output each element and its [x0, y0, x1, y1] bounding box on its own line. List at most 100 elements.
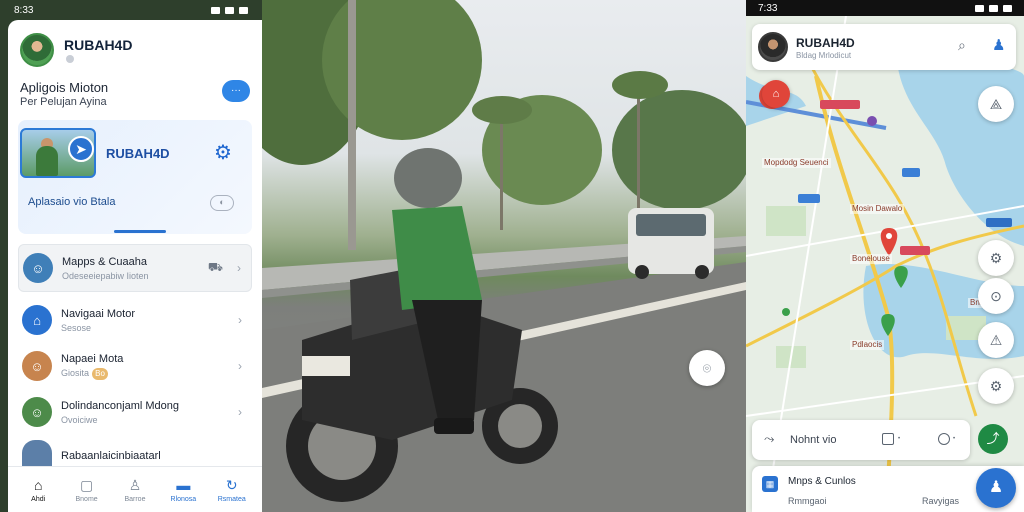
chevron-right-icon: › [238, 405, 242, 419]
status-bar: 8:33 [0, 0, 262, 20]
poi-marker-icon[interactable]: ⌂ [762, 80, 790, 108]
map-tag [902, 168, 920, 177]
signal-icon [975, 4, 984, 12]
motorcycle-photo [262, 0, 746, 512]
map-header: RUBAH4D Bldag Mrlodicut ⌕ ♟ [752, 24, 1016, 70]
list-item-title: Napaei Mota [61, 352, 124, 365]
rider-icon: ☺ [22, 351, 52, 381]
map-label: Mosin Dawalo [850, 204, 905, 214]
list-item-subtitle: Ovoiciwe [61, 414, 98, 425]
profile-name: RUBAH4D [64, 36, 133, 53]
profile-subtitle: Bldag Mrlodicut [796, 51, 852, 60]
sheet-right-label: Ravyigas [922, 496, 960, 506]
map-controls: ⚙ ⊙ ⚠ ⚙ [978, 240, 1016, 444]
photo-illustration [262, 0, 746, 512]
route-label: Nohnt vio [790, 434, 837, 446]
list-item[interactable]: ⌂ Navigaai Motor Sesose › [18, 296, 252, 344]
nav-label: Ahdi [31, 495, 46, 503]
list-item-title: Navigaai Motor [61, 307, 135, 320]
avatar[interactable] [20, 33, 54, 67]
gear-icon[interactable]: ⚙ [214, 140, 232, 165]
nav-rlonosa[interactable]: ▬ Rlonosa [160, 477, 206, 503]
search-icon[interactable]: ⌕ [958, 37, 966, 54]
settings-icon[interactable]: ⚙ [978, 240, 1014, 276]
map-tag [986, 218, 1012, 227]
motorbike-icon: ⛟ [207, 260, 223, 274]
list-item-subtitle: Sesose [61, 322, 92, 333]
home-icon: ⌂ [33, 476, 43, 493]
status-dot-icon [66, 55, 74, 64]
status-time: 8:33 [14, 4, 34, 16]
avatar[interactable] [758, 32, 788, 62]
nav-bnome[interactable]: ▢ Bnome [64, 477, 110, 503]
map-tag [820, 100, 860, 109]
screenshot-composite: 8:33 RUBAH4D Apligois Mioton Per Pelujan… [0, 0, 1024, 512]
bottom-navigation: ⌂ Ahdi ▢ Bnome ♙ Barroe ▬ Rlonosa ↻ Rsma… [8, 466, 262, 512]
rider-icon [22, 440, 52, 466]
chat-icon: ▬ [176, 476, 191, 493]
status-time: 7:33 [758, 2, 778, 14]
chevron-right-icon: › [237, 261, 241, 275]
rider-icon: ☺ [23, 253, 53, 283]
list-item-title: Dolindanconjaml Mdong [61, 399, 180, 412]
route-icon: ⤳ [764, 431, 775, 446]
nav-label: Rlonosa [170, 495, 197, 503]
nav-home[interactable]: ⌂ Ahdi [15, 477, 61, 503]
battery-icon [1003, 4, 1012, 12]
sheet-left-label: Rmmgaoi [788, 496, 827, 506]
map-tag [900, 246, 930, 255]
navigate-icon[interactable]: ⤴ [978, 424, 1008, 454]
map-view[interactable]: Mopdodg Seuenci Mosin Dawalo Bonelouse P… [746, 16, 1024, 512]
map-tag [798, 194, 820, 203]
carousel-indicator [114, 230, 166, 233]
sheet-title: Mnps & Cunlos [788, 476, 856, 487]
list-item-subtitle: Odeseeiepabiw Iioten [62, 270, 149, 281]
hero-brand: RUBAH4D [106, 146, 170, 161]
nav-barroe[interactable]: ♙ Barroe [112, 477, 158, 503]
profile-header[interactable]: RUBAH4D [20, 33, 132, 67]
list-item-title: Rabaanlaicinbiaatarl [61, 450, 161, 462]
navigation-icon: ⌂ [22, 305, 52, 335]
layers-icon[interactable]: ⚙ [978, 368, 1014, 404]
alert-icon[interactable]: ⚠ [978, 322, 1014, 358]
list-item[interactable]: ☺ Dolindanconjaml Mdong Ovoiciwe › [18, 388, 252, 436]
brand-logo-icon: ➤ [68, 136, 94, 162]
nav-rsmatea[interactable]: ↻ Rsmatea [209, 477, 255, 503]
list-item-subtitle: Giosita [61, 367, 90, 378]
right-phone: 7:33 Mopdodg Seuenci Mosin Dawalo Bonelo… [746, 0, 1024, 512]
nav-label: Bnome [75, 495, 98, 503]
app-screen: RUBAH4D Apligois Mioton Per Pelujan Ayin… [8, 20, 262, 512]
user-icon[interactable]: ♟ [992, 36, 1005, 54]
profile-name: RUBAH4D [796, 36, 855, 50]
compass-button[interactable]: ⟁ [978, 86, 1014, 122]
chevron-right-icon: › [238, 313, 242, 327]
chat-button[interactable]: ··· [222, 80, 250, 102]
profile-fab[interactable]: ♟ [976, 468, 1016, 508]
route-bar[interactable]: ⤳ Nohnt vio • • [752, 420, 970, 460]
map-label: Pdlaocis [850, 340, 885, 350]
map-label: Mopdodg Seuenci [762, 158, 831, 168]
map-app-icon: ▦ [762, 476, 778, 492]
battery-icon [239, 6, 248, 14]
list-item-badge: Bo [92, 367, 109, 380]
map-label: Bonelouse [850, 254, 892, 264]
left-phone: 8:33 RUBAH4D Apligois Mioton Per Pelujan… [0, 0, 262, 512]
nav-label: Barroe [124, 495, 146, 503]
signal-icon [225, 6, 234, 14]
location-icon[interactable]: ⊙ [978, 278, 1014, 314]
chevron-right-icon: › [238, 359, 242, 373]
alarm-icon [211, 6, 220, 14]
wifi-icon [989, 4, 998, 12]
app-subtitle: Per Pelujan Ayina [20, 96, 107, 108]
circle-icon[interactable] [938, 433, 950, 445]
list-item[interactable]: ☺ Mapps & Cuaaha Odeseeiepabiw Iioten ⛟ … [18, 244, 252, 292]
list-item[interactable]: Rabaanlaicinbiaatarl [18, 440, 252, 466]
hero-action-label[interactable]: Aplasaio vio Btala [28, 196, 115, 208]
hero-card[interactable]: ➤ RUBAH4D ⚙ Aplasaio vio Btala ◐ [18, 120, 252, 234]
location-pin-button[interactable]: ⌾ [689, 350, 725, 386]
nav-label: Rsmatea [217, 495, 246, 503]
status-bar: 7:33 [746, 0, 1024, 16]
toggle-switch[interactable]: ◐ [210, 195, 234, 211]
square-icon[interactable] [882, 433, 894, 445]
list-item[interactable]: ☺ Napaei Mota Giosita Bo › [18, 342, 252, 390]
